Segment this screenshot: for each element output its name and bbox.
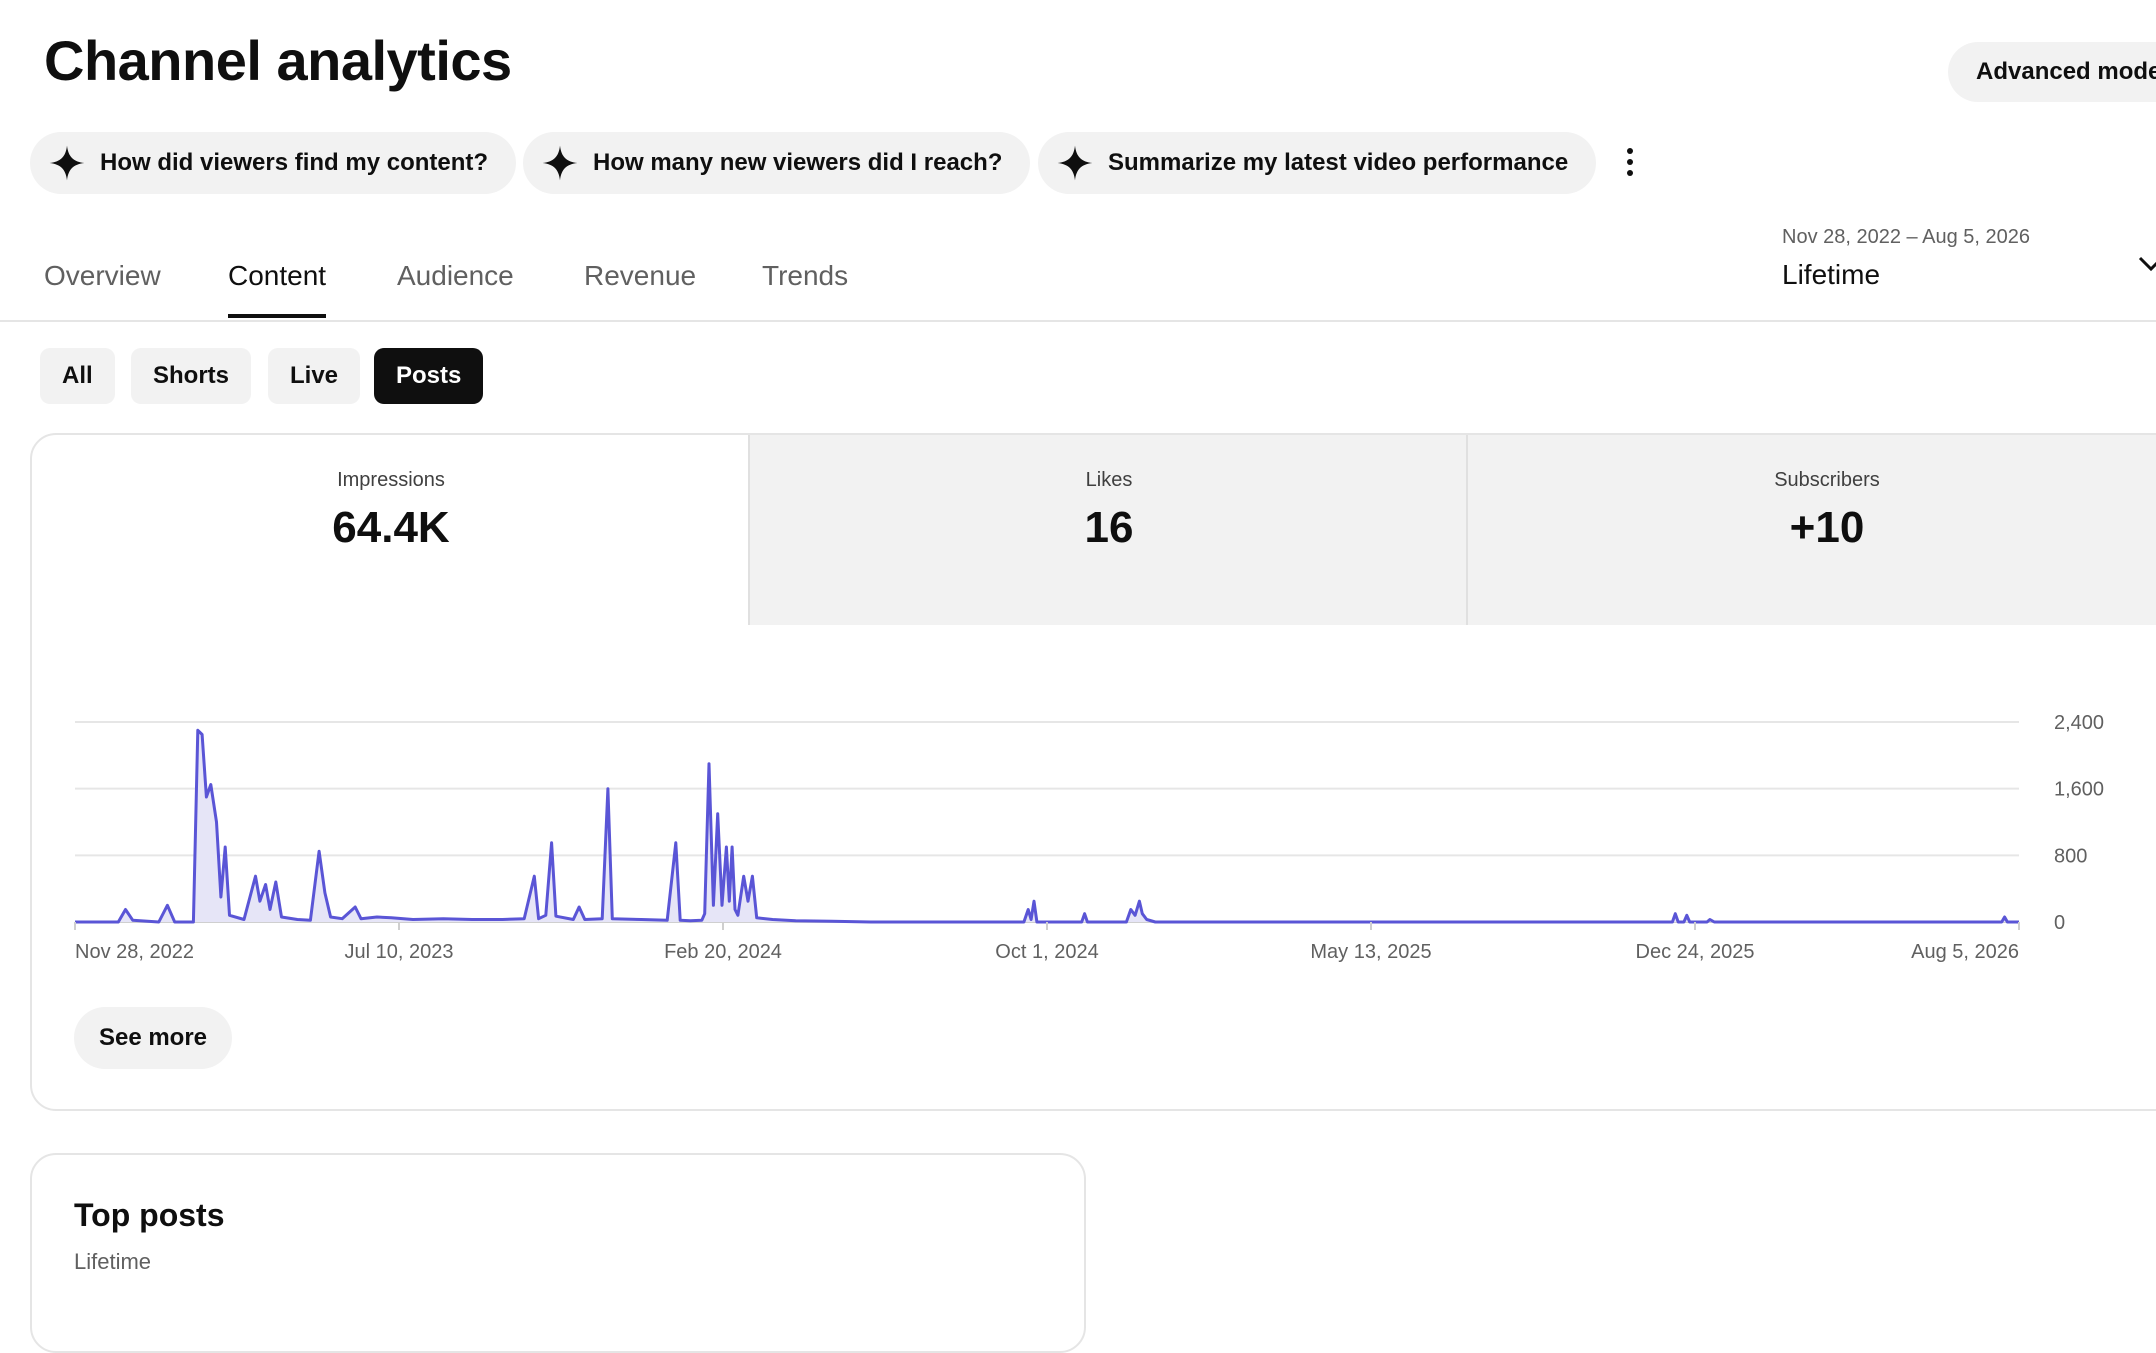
chevron-down-icon[interactable] bbox=[2136, 248, 2156, 278]
y-tick-label: 2,400 bbox=[2054, 712, 2104, 734]
tab-trends[interactable]: Trends bbox=[762, 260, 848, 318]
top-posts-title: Top posts bbox=[74, 1197, 225, 1233]
filter-shorts[interactable]: Shorts bbox=[131, 348, 252, 404]
top-posts-card: Top posts Lifetime bbox=[30, 1153, 1086, 1353]
suggestion-chip-latest-video[interactable]: Summarize my latest video performance bbox=[1038, 132, 1597, 194]
date-range-dates: Nov 28, 2022 – Aug 5, 2026 bbox=[1782, 226, 2030, 248]
x-tick-label: Feb 20, 2024 bbox=[664, 941, 782, 963]
filter-posts[interactable]: Posts bbox=[374, 348, 484, 404]
x-tick-label: Jul 10, 2023 bbox=[345, 941, 454, 963]
see-more-button[interactable]: See more bbox=[74, 1007, 232, 1069]
x-tick-label: Aug 5, 2026 bbox=[1911, 941, 2019, 963]
metrics-chart-card: Impressions 64.4K Likes 16 Subscribers +… bbox=[30, 433, 2156, 1111]
more-options-icon[interactable] bbox=[1616, 140, 1644, 184]
tab-overview[interactable]: Overview bbox=[44, 260, 161, 318]
suggestion-chip-traffic-sources[interactable]: How did viewers find my content? bbox=[30, 132, 517, 194]
x-tick-label: Oct 1, 2024 bbox=[995, 941, 1098, 963]
sparkle-icon bbox=[542, 145, 578, 181]
y-tick-label: 1,600 bbox=[2054, 779, 2104, 801]
filter-all[interactable]: All bbox=[40, 348, 115, 404]
y-tick-label: 800 bbox=[2054, 845, 2087, 867]
sparkle-icon bbox=[49, 145, 85, 181]
impressions-chart[interactable]: Nov 28, 2022 Jul 10, 2023 Feb 20, 2024 Oct … bbox=[32, 435, 2156, 995]
suggestion-chip-label: Summarize my latest video performance bbox=[1108, 149, 1569, 176]
date-range-preset: Lifetime bbox=[1782, 259, 1881, 290]
x-tick-label: Dec 24, 2025 bbox=[1636, 941, 1755, 963]
filter-live[interactable]: Live bbox=[268, 348, 361, 404]
tab-content[interactable]: Content bbox=[228, 260, 327, 318]
series-line bbox=[75, 728, 2019, 924]
x-tick-label: May 13, 2025 bbox=[1310, 941, 1431, 963]
y-tick-label: 0 bbox=[2054, 912, 2065, 934]
suggestion-chip-new-viewers[interactable]: How many new viewers did I reach? bbox=[523, 132, 1031, 194]
top-posts-subtitle: Lifetime bbox=[74, 1249, 152, 1274]
x-tick-label: Nov 28, 2022 bbox=[75, 941, 194, 963]
date-range-selector[interactable]: Nov 28, 2022 – Aug 5, 2026 Lifetime bbox=[1782, 226, 2030, 291]
sparkle-icon bbox=[1057, 145, 1093, 181]
suggestion-chip-label: How many new viewers did I reach? bbox=[593, 149, 1003, 176]
suggestion-chip-label: How did viewers find my content? bbox=[100, 149, 489, 176]
tab-revenue[interactable]: Revenue bbox=[584, 260, 696, 318]
series-area bbox=[75, 730, 2019, 922]
advanced-mode-button[interactable]: Advanced mode bbox=[1948, 42, 2156, 102]
tab-audience[interactable]: Audience bbox=[397, 260, 514, 318]
page-title: Channel analytics bbox=[44, 29, 512, 92]
